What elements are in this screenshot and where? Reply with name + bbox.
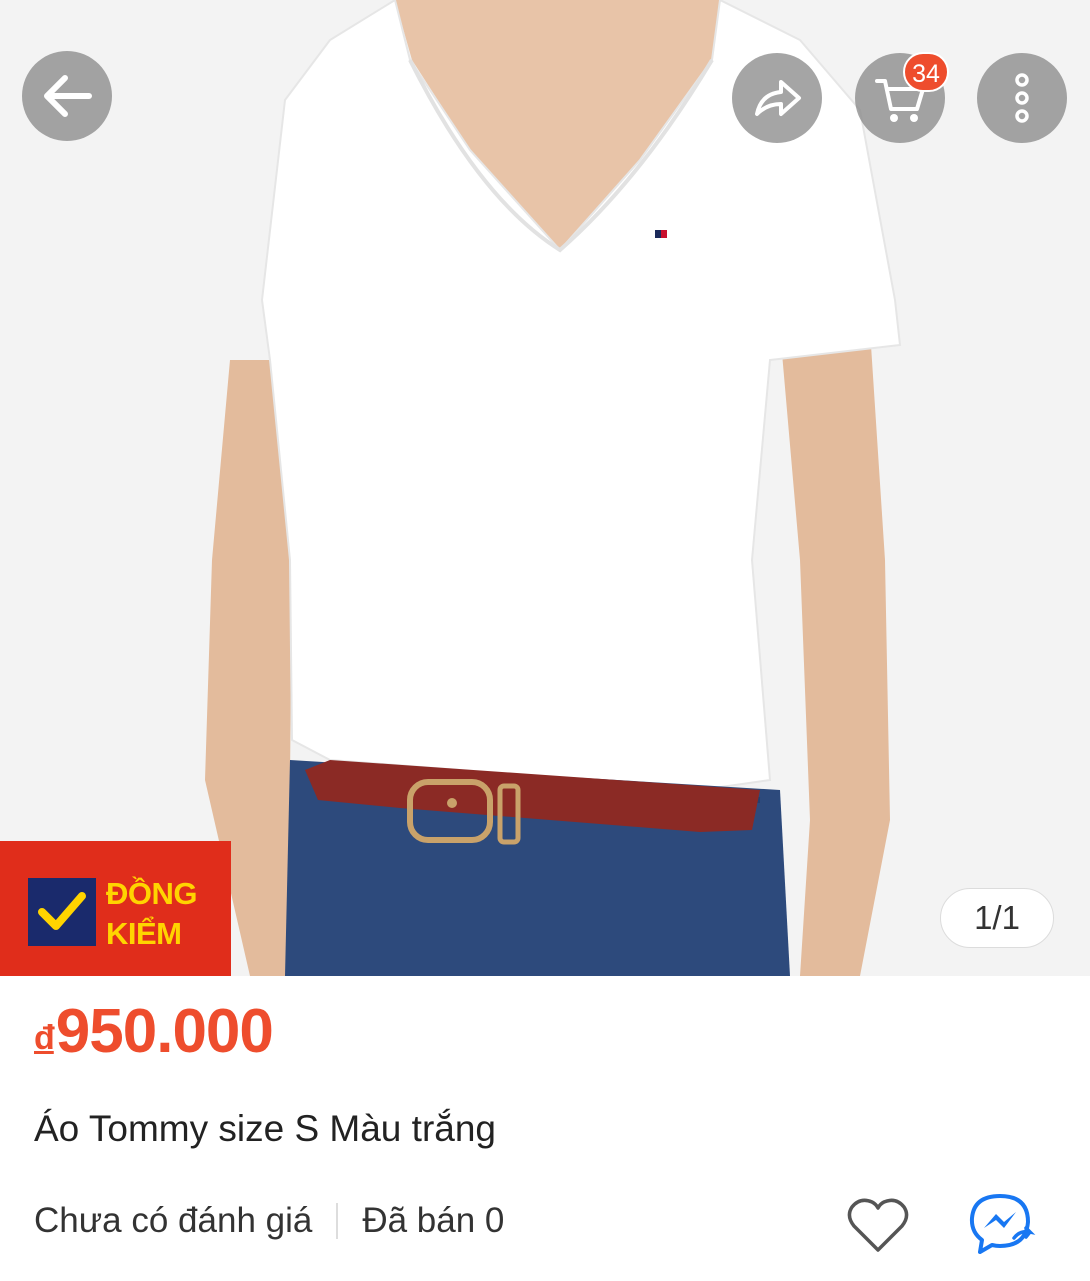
- cart-count-badge: 34: [903, 52, 949, 92]
- heart-icon: [847, 1198, 909, 1252]
- badge-line-2: KIỂM: [106, 916, 182, 951]
- like-button[interactable]: [846, 1196, 910, 1259]
- inspection-badge-label: ĐỒNG KIỂM: [106, 874, 226, 954]
- product-photo: [0, 0, 1090, 976]
- product-stats: Chưa có đánh giá Đã bán 0: [34, 1201, 504, 1241]
- badge-line-1: ĐỒNG: [106, 876, 198, 911]
- share-button[interactable]: [732, 53, 822, 143]
- divider: [336, 1203, 339, 1239]
- back-arrow-icon: [44, 75, 92, 117]
- currency-symbol: đ: [34, 1019, 55, 1057]
- more-options-icon: [1015, 73, 1029, 123]
- more-options-button[interactable]: [977, 53, 1067, 143]
- back-button[interactable]: [22, 51, 112, 141]
- share-icon: [755, 80, 801, 116]
- product-image[interactable]: 34 ĐỒNG KIỂM 1/1: [0, 0, 1090, 976]
- chat-button[interactable]: [966, 1192, 1040, 1261]
- price-value: 950.000: [55, 997, 274, 1066]
- inspection-badge: ĐỒNG KIỂM: [0, 841, 231, 976]
- sold-count: Đã bán 0: [362, 1201, 505, 1240]
- messenger-icon: [969, 1194, 1036, 1254]
- rating-status[interactable]: Chưa có đánh giá: [34, 1201, 312, 1241]
- product-price: đ950.000: [34, 996, 274, 1067]
- checkmark-icon: [28, 878, 96, 946]
- image-counter: 1/1: [940, 888, 1054, 948]
- product-title: Áo Tommy size S Màu trắng: [34, 1108, 496, 1149]
